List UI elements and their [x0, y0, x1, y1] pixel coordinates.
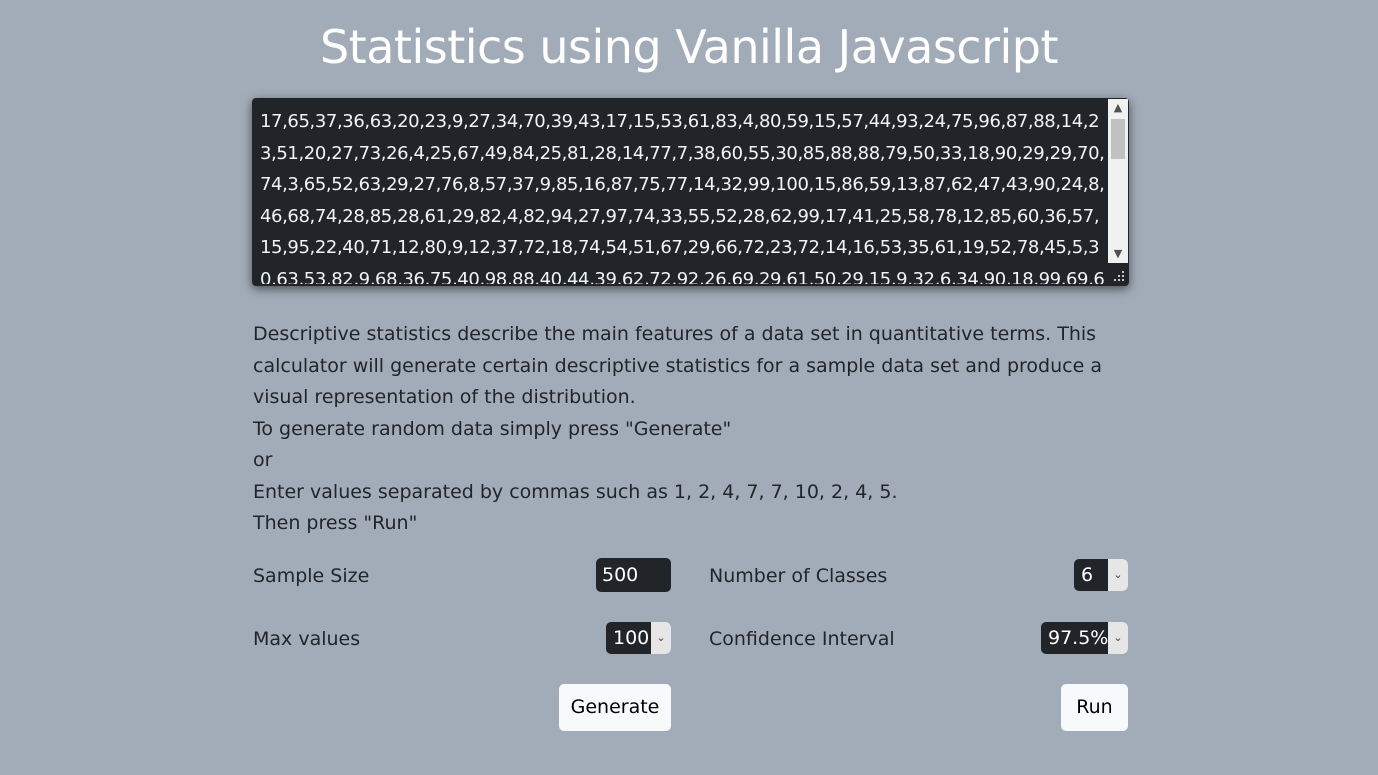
description-or: or: [253, 449, 273, 471]
chevron-down-icon[interactable]: ⌄: [1108, 622, 1128, 654]
scroll-up-arrow-icon[interactable]: ▲: [1108, 99, 1128, 117]
data-textarea-content[interactable]: 17,65,37,36,63,20,23,9,27,34,70,39,43,17…: [260, 106, 1106, 284]
page: Statistics using Vanilla Javascript 17,6…: [0, 0, 1378, 775]
resize-grip-icon[interactable]: [1112, 269, 1126, 283]
generate-button[interactable]: Generate: [559, 684, 671, 731]
max-values-value: 100: [613, 627, 650, 649]
number-of-classes-label: Number of Classes: [709, 565, 888, 587]
chevron-down-icon[interactable]: ⌄: [1108, 559, 1128, 591]
description-enter-values: Enter values separated by commas such as…: [253, 480, 898, 503]
confidence-interval-label: Confidence Interval: [709, 628, 895, 650]
confidence-interval-select[interactable]: 97.5% ⌄: [1041, 622, 1128, 654]
sample-size-input[interactable]: 500: [596, 558, 671, 592]
description-generate-hint: To generate random data simply press "Ge…: [253, 417, 732, 440]
page-title: Statistics using Vanilla Javascript: [319, 20, 1059, 74]
run-button[interactable]: Run: [1061, 684, 1128, 731]
scroll-thumb[interactable]: [1111, 119, 1125, 159]
data-textarea[interactable]: 17,65,37,36,63,20,23,9,27,34,70,39,43,17…: [252, 98, 1129, 286]
max-values-label: Max values: [253, 628, 361, 650]
number-of-classes-select[interactable]: 6 ⌄: [1074, 559, 1128, 591]
number-of-classes-value: 6: [1081, 564, 1094, 586]
description: Descriptive statistics describe the main…: [253, 319, 1133, 540]
description-run-hint: Then press "Run": [253, 512, 418, 534]
chevron-down-icon[interactable]: ⌄: [651, 622, 671, 654]
max-values-select[interactable]: 100 ⌄: [606, 622, 671, 654]
confidence-interval-value: 97.5%: [1048, 627, 1109, 649]
textarea-scrollbar[interactable]: ▲ ▼: [1108, 99, 1128, 263]
scroll-down-arrow-icon[interactable]: ▼: [1108, 245, 1128, 263]
sample-size-label: Sample Size: [253, 565, 370, 587]
description-intro: Descriptive statistics describe the main…: [253, 323, 1102, 408]
